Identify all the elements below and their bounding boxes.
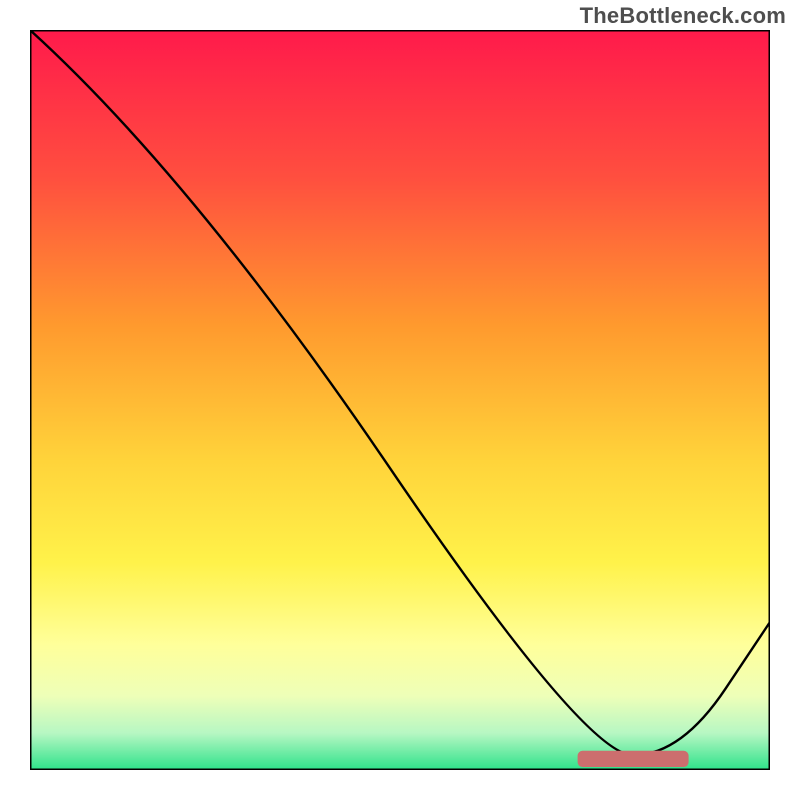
gradient-background — [30, 30, 770, 770]
optimal-range-marker — [578, 751, 689, 767]
chart-svg — [30, 30, 770, 770]
plot-area — [30, 30, 770, 770]
watermark-label: TheBottleneck.com — [580, 3, 786, 29]
chart-container: TheBottleneck.com — [0, 0, 800, 800]
